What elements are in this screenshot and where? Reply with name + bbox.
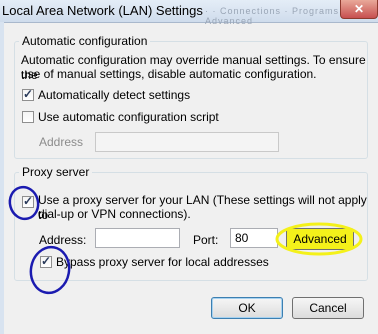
advanced-button[interactable]: Advanced: [286, 228, 354, 250]
use-script-label[interactable]: Use automatic configuration script: [38, 110, 219, 125]
close-icon: ✕: [353, 2, 365, 16]
script-address-field[interactable]: [95, 132, 279, 152]
bypass-local-label[interactable]: Bypass proxy server for local addresses: [56, 255, 269, 270]
automatic-configuration-legend: Automatic configuration: [19, 34, 151, 48]
proxy-port-field[interactable]: 80: [230, 228, 278, 248]
proxy-address-field[interactable]: [95, 228, 180, 248]
title-bar: Local Area Network (LAN) Settings · · Co…: [0, 0, 378, 26]
script-address-label: Address: [39, 135, 84, 149]
use-script-checkbox[interactable]: [22, 111, 34, 123]
auto-config-description-line2: use of manual settings, disable automati…: [21, 67, 317, 81]
cancel-button[interactable]: Cancel: [292, 297, 364, 319]
auto-detect-checkbox[interactable]: [22, 87, 34, 101]
use-proxy-checkbox[interactable]: [22, 194, 34, 208]
window-frame-edge: [0, 22, 4, 334]
close-button[interactable]: ✕: [340, 0, 378, 19]
use-proxy-label-line2[interactable]: dial-up or VPN connections).: [38, 207, 191, 222]
ok-button[interactable]: OK: [211, 297, 283, 319]
auto-detect-label[interactable]: Automatically detect settings: [38, 88, 190, 103]
proxy-address-label: Address:: [39, 233, 87, 247]
bypass-local-checkbox[interactable]: [40, 254, 52, 268]
window-title: Local Area Network (LAN) Settings: [2, 3, 203, 18]
proxy-port-label: Port:: [193, 233, 219, 247]
proxy-server-legend: Proxy server: [19, 165, 93, 179]
